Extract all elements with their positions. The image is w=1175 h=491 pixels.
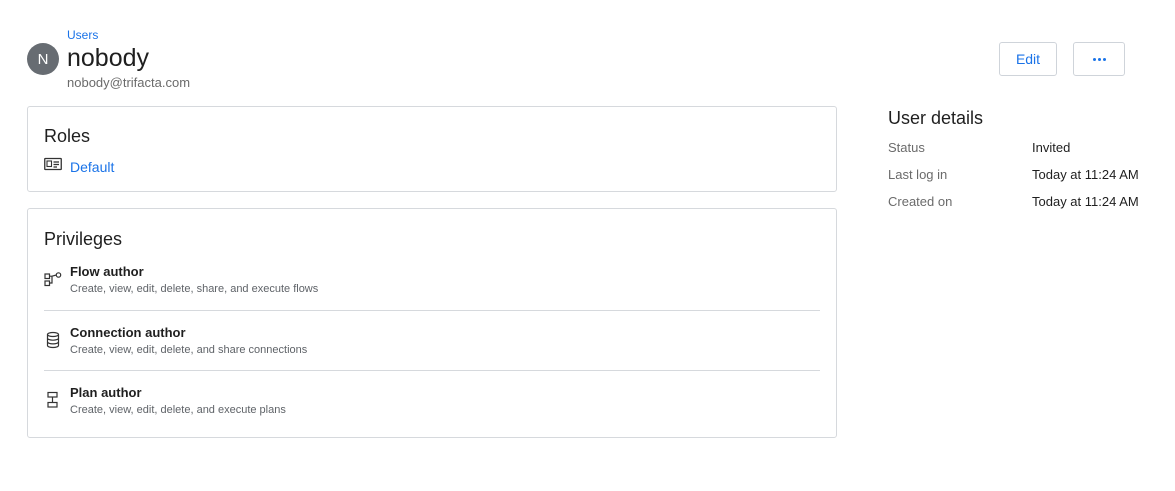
- privilege-name: Plan author: [70, 385, 142, 400]
- roles-title: Roles: [44, 126, 91, 146]
- privilege-description: Create, view, edit, delete, and execute …: [70, 404, 286, 416]
- detail-label: Last log in: [888, 167, 948, 182]
- detail-row-last-log-in: Last log in Today at 11:24 AM: [888, 167, 1168, 187]
- detail-value: Today at 11:24 AM: [1032, 194, 1139, 209]
- detail-value: Today at 11:24 AM: [1032, 167, 1139, 182]
- privilege-description: Create, view, edit, delete, and share co…: [70, 344, 308, 356]
- roles-card: Roles Default: [27, 106, 837, 192]
- breadcrumb-users-link[interactable]: Users: [67, 28, 98, 42]
- more-options-button[interactable]: [1073, 42, 1125, 76]
- privilege-name: Flow author: [70, 264, 144, 279]
- user-details-panel: User details Status Invited Last log in …: [888, 108, 1168, 209]
- detail-label: Created on: [888, 194, 953, 209]
- detail-row-created-on: Created on Today at 11:24 AM: [888, 194, 1168, 214]
- database-icon: [44, 331, 62, 349]
- privilege-description: Create, view, edit, delete, share, and e…: [70, 283, 319, 295]
- flow-icon: [44, 270, 62, 288]
- id-card-icon: [44, 157, 62, 176]
- role-default-link[interactable]: Default: [70, 159, 114, 175]
- privilege-connection-author: Connection author Create, view, edit, de…: [44, 310, 820, 370]
- detail-value: Invited: [1032, 140, 1071, 155]
- privilege-plan-author: Plan author Create, view, edit, delete, …: [44, 370, 820, 430]
- page-title: nobody: [67, 44, 150, 72]
- more-horizontal-icon: [1092, 57, 1106, 61]
- plan-icon: [44, 391, 62, 409]
- edit-button[interactable]: Edit: [999, 42, 1057, 76]
- privileges-title: Privileges: [44, 229, 123, 249]
- user-header: N Users nobody nobody@trifacta.com Edit: [27, 27, 1147, 93]
- privilege-flow-author: Flow author Create, view, edit, delete, …: [44, 250, 820, 310]
- avatar: N: [27, 43, 59, 75]
- detail-label: Status: [888, 140, 925, 155]
- detail-row-status: Status Invited: [888, 140, 1168, 160]
- role-item: Default: [44, 157, 114, 176]
- user-details-title: User details: [888, 108, 984, 128]
- privilege-name: Connection author: [70, 325, 186, 340]
- user-email: nobody@trifacta.com: [67, 75, 191, 90]
- privileges-card: Privileges Flow author Create, view, edi…: [27, 208, 837, 438]
